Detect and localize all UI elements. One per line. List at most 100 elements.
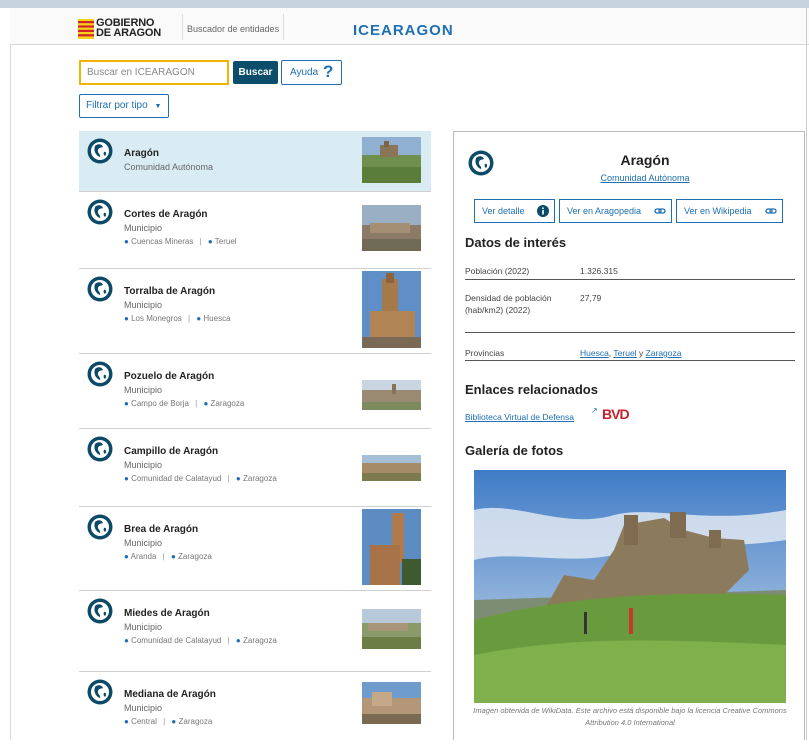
provincia-link-teruel[interactable]: Teruel (613, 348, 636, 358)
item-name: Miedes de Aragón (124, 608, 210, 619)
location-provincia[interactable]: Zaragoza (243, 474, 277, 483)
location-provincia[interactable]: Zaragoza (211, 399, 245, 408)
map-pin-icon: ● (203, 399, 209, 408)
data-value: Huesca, Teruel y Zaragoza (580, 348, 682, 358)
location-comarca[interactable]: Los Monegros (131, 314, 182, 323)
gobierno-aragon-logo[interactable]: GOBIERNO DE ARAGON (78, 18, 174, 40)
location-provincia[interactable]: Teruel (215, 237, 237, 246)
search-input[interactable]: Buscar en ICEARAGON (79, 60, 229, 85)
map-pin-icon: ● (235, 636, 241, 645)
site-header: GOBIERNO DE ARAGON Buscador de entidades… (10, 8, 809, 45)
data-label: Densidad de población (hab/km2) (2022) (465, 293, 552, 315)
item-type: Municipio (124, 223, 163, 233)
datos-heading: Datos de interés (465, 235, 567, 250)
biblioteca-virtual-link[interactable]: Biblioteca Virtual de Defensa (465, 412, 574, 422)
list-item[interactable]: Brea de Aragón Municipio ● Aranda | ● Za… (79, 507, 431, 591)
list-item[interactable]: Torralba de Aragón Municipio ● Los Moneg… (79, 269, 431, 354)
thumbnail-image (362, 455, 421, 481)
list-item[interactable]: Cortes de Aragón Municipio ● Cuencas Min… (79, 192, 431, 269)
provincia-link-zaragoza[interactable]: Zaragoza (646, 348, 682, 358)
detail-subtitle-link[interactable]: Comunidad Autónoma (454, 173, 806, 183)
caret-down-icon: ▼ (154, 103, 162, 110)
top-strip (0, 0, 809, 8)
frame-border (10, 45, 11, 740)
location-comarca[interactable]: Comunidad de Calatayud (131, 474, 221, 483)
thumbnail-image (362, 271, 421, 348)
thumbnail-image (362, 609, 421, 649)
external-link-icon: ↗ (591, 406, 598, 415)
globe-icon (87, 436, 113, 462)
item-name: Campillo de Aragón (124, 446, 219, 457)
list-item[interactable]: Pozuelo de Aragón Municipio ● Campo de B… (79, 354, 431, 429)
list-item[interactable]: Aragón Comunidad Autónoma (79, 131, 431, 192)
galeria-heading: Galería de fotos (465, 443, 564, 458)
detail-title: Aragón (620, 152, 670, 168)
item-location: ● Aranda | ● Zaragoza (124, 552, 212, 561)
location-comarca[interactable]: Aranda (131, 552, 157, 561)
brand-title[interactable]: ICEARAGON (353, 22, 454, 39)
ver-aragopedia-button[interactable]: Ver en Aragopedia (559, 199, 672, 223)
data-label: Provincias (465, 348, 505, 358)
location-comarca[interactable]: Campo de Borja (131, 399, 189, 408)
item-location: ● Comunidad de Calatayud | ● Zaragoza (124, 636, 277, 645)
header-divider (283, 14, 284, 40)
globe-icon (87, 361, 113, 387)
item-name: Mediana de Aragón (124, 689, 216, 700)
map-pin-icon: ● (124, 636, 129, 645)
map-pin-icon: ● (207, 237, 213, 246)
list-item[interactable]: Miedes de Aragón Municipio ● Comunidad d… (79, 591, 431, 672)
map-pin-icon: ● (124, 314, 129, 323)
location-comarca[interactable]: Cuencas Mineras (131, 237, 193, 246)
list-item[interactable]: Mediana de Aragón Municipio ● Central | … (79, 672, 431, 750)
map-pin-icon: ● (170, 552, 176, 561)
help-button[interactable]: Ayuda ? (281, 60, 342, 85)
filter-type-dropdown[interactable]: Filtrar por tipo ▼ (79, 94, 169, 118)
location-provincia[interactable]: Huesca (203, 314, 230, 323)
item-location: ● Central | ● Zaragoza (124, 717, 213, 726)
data-row-poblacion: Población (2022) 1.326.315 (465, 265, 795, 280)
globe-icon (87, 276, 113, 302)
thumbnail-image (362, 509, 421, 585)
item-type: Municipio (124, 460, 163, 470)
data-value: 27,79 (580, 293, 602, 303)
enlaces-heading: Enlaces relacionados (465, 382, 598, 397)
gallery-photo[interactable] (474, 470, 786, 703)
location-provincia[interactable]: Zaragoza (243, 636, 277, 645)
list-item[interactable]: Campillo de Aragón Municipio ● Comunidad… (79, 429, 431, 507)
item-type: Municipio (124, 538, 163, 548)
question-icon: ? (323, 62, 334, 81)
ver-detalle-button[interactable]: Ver detalle (474, 199, 555, 223)
location-provincia[interactable]: Zaragoza (179, 717, 213, 726)
bvd-logo[interactable]: BVD (602, 406, 630, 422)
buscador-entidades-link[interactable]: Buscador de entidades (187, 24, 279, 34)
item-name: Pozuelo de Aragón (124, 371, 215, 382)
link-icon (765, 208, 777, 214)
item-name: Aragón (124, 148, 159, 159)
map-pin-icon: ● (124, 717, 129, 726)
data-label: Población (2022) (465, 266, 530, 276)
item-location: ● Comunidad de Calatayud | ● Zaragoza (124, 474, 277, 483)
item-name: Cortes de Aragón (124, 209, 208, 220)
location-provincia[interactable]: Zaragoza (178, 552, 212, 561)
item-type: Municipio (124, 622, 163, 632)
location-comarca[interactable]: Central (131, 717, 157, 726)
map-pin-icon: ● (124, 552, 129, 561)
globe-icon (87, 679, 113, 705)
ver-detalle-label: Ver detalle (482, 206, 525, 216)
globe-icon (87, 199, 113, 225)
globe-icon (87, 514, 113, 540)
frame-border (806, 8, 807, 740)
globe-icon (87, 598, 113, 624)
map-pin-icon: ● (124, 474, 129, 483)
info-icon (537, 205, 549, 217)
item-name: Brea de Aragón (124, 524, 199, 535)
map-pin-icon: ● (196, 314, 202, 323)
search-button[interactable]: Buscar (233, 61, 278, 84)
location-comarca[interactable]: Comunidad de Calatayud (131, 636, 221, 645)
link-icon (654, 208, 666, 214)
ver-aragopedia-label: Ver en Aragopedia (567, 206, 642, 216)
provincia-link-huesca[interactable]: Huesca (580, 348, 609, 358)
item-name: Torralba de Aragón (124, 286, 216, 297)
ver-wikipedia-button[interactable]: Ver en Wikipedia (676, 199, 783, 223)
data-row-provincias: Provincias Huesca, Teruel y Zaragoza (465, 347, 795, 361)
